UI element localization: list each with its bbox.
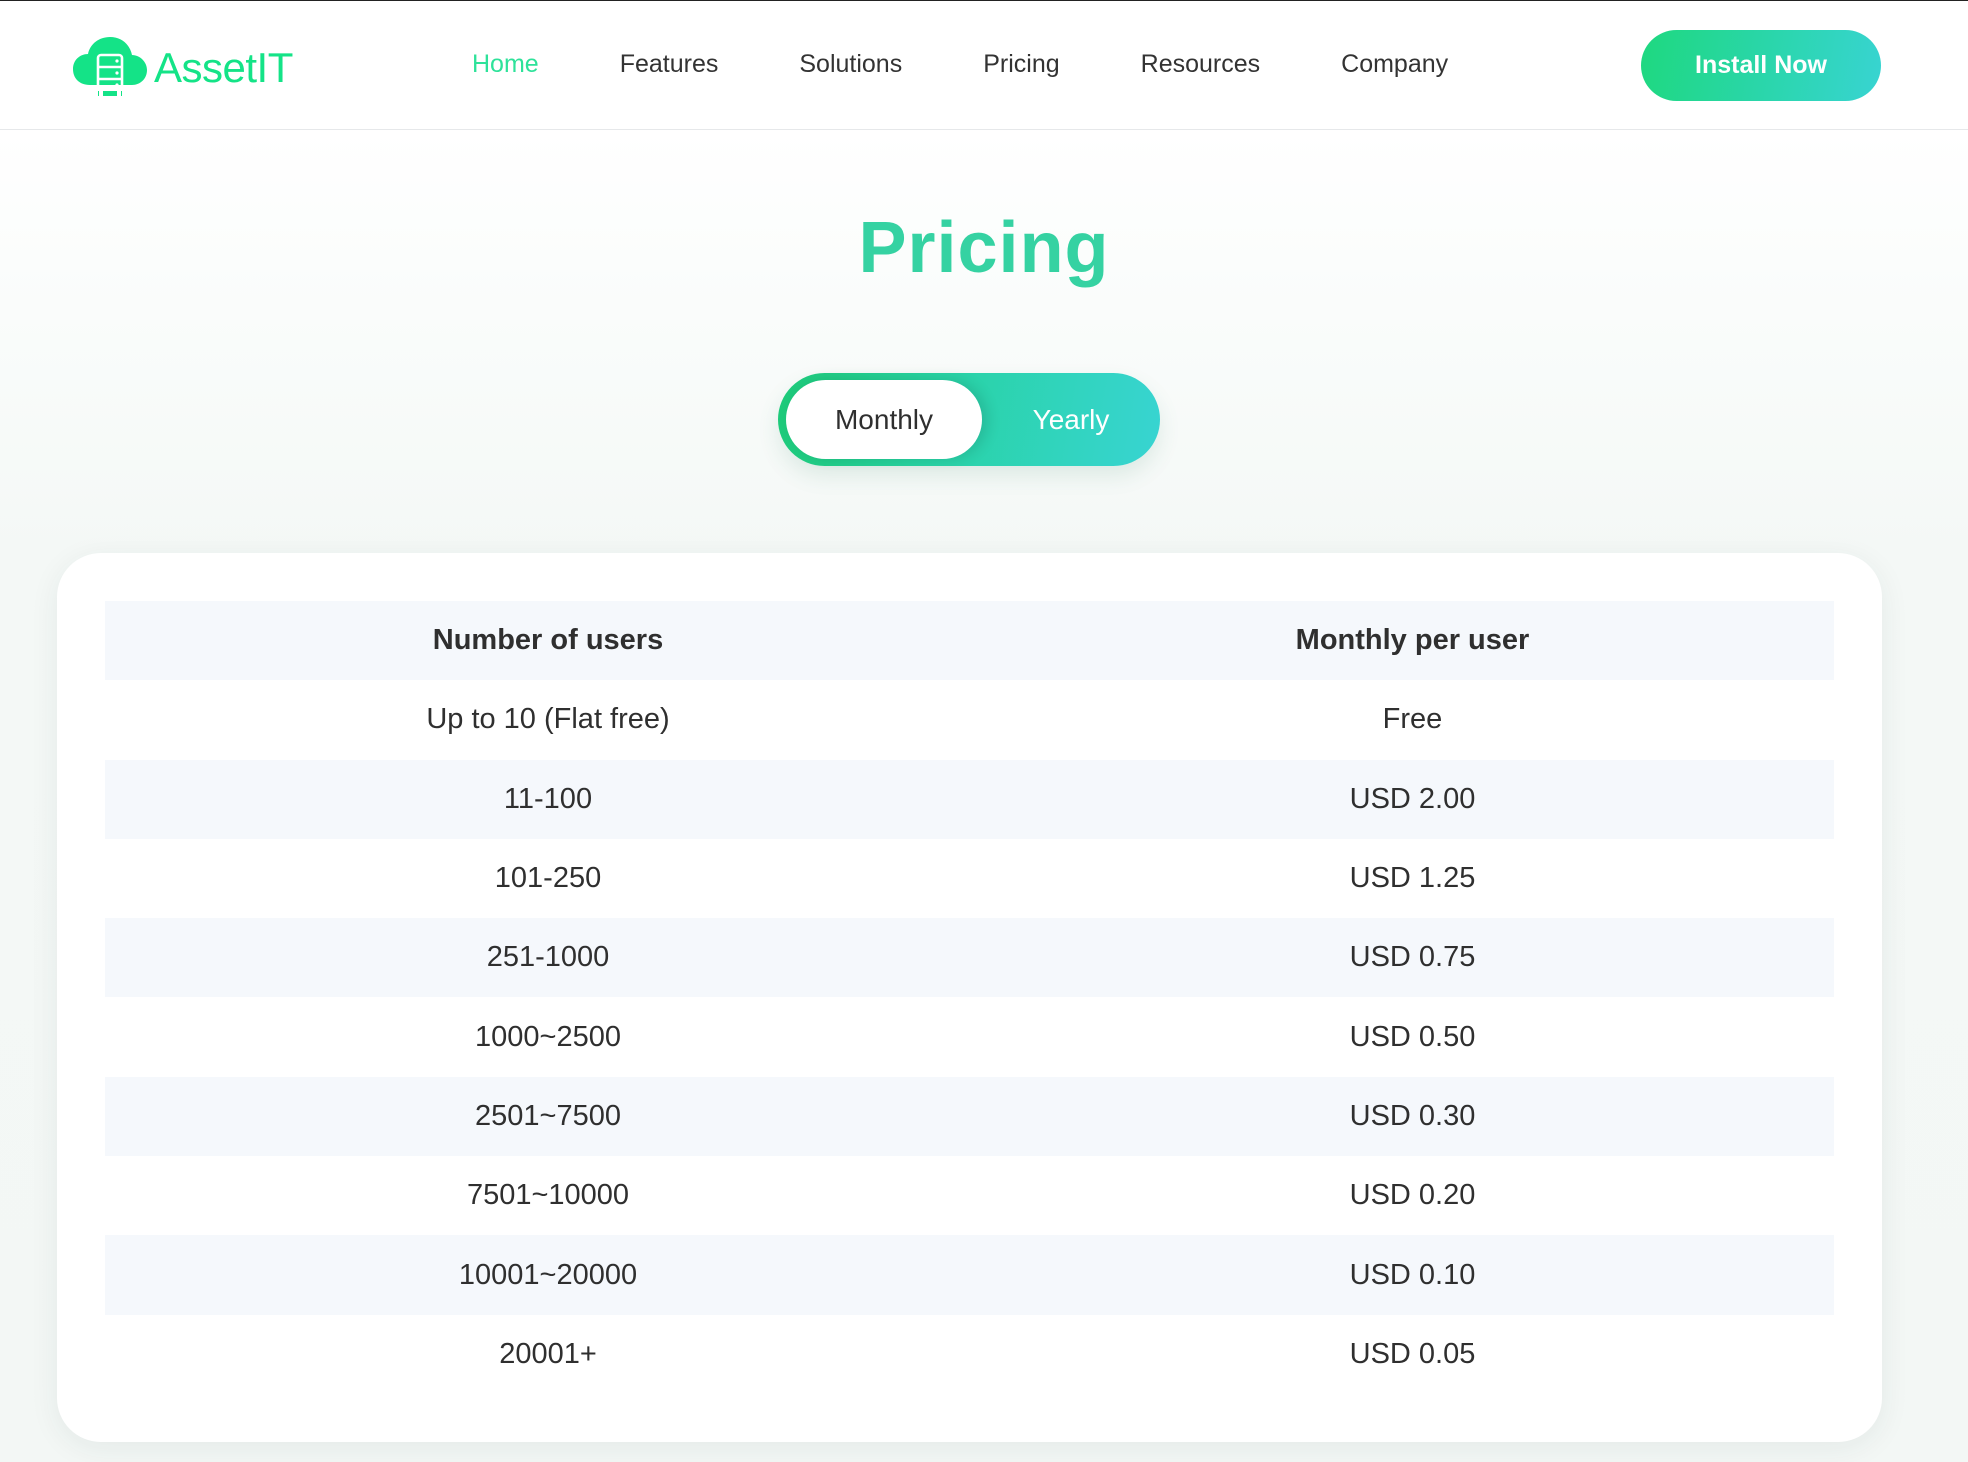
nav-features[interactable]: Features [620,50,719,79]
cell-user-range: Up to 10 (Flat free) [426,703,670,736]
install-now-button[interactable]: Install Now [1641,30,1881,101]
cell-price: USD 0.10 [991,1235,1834,1315]
nav-pricing[interactable]: Pricing [983,50,1059,79]
pricing-table: Number of users Monthly per user Up to 1… [105,601,1834,1394]
billing-toggle[interactable]: Monthly Yearly [778,373,1160,466]
column-header-users: Number of users [105,601,991,681]
cell-user-range: 11-100 [105,759,991,839]
cell-user-range: 101-250 [494,862,602,895]
table-row: 1000~2500 USD 0.50 [105,997,1834,1076]
site-header: AssetIT Home Features Solutions Pricing … [0,1,1968,130]
column-header-price: Monthly per user [991,601,1834,681]
pricing-rows: Up to 10 (Flat free) Free 11-100 USD 2.00 10… [105,680,1834,1394]
cell-price: USD 0.50 [1349,1020,1476,1053]
cell-price: USD 0.20 [1349,1179,1476,1212]
cell-user-range: 7501~10000 [466,1179,630,1212]
logo[interactable]: AssetIT [72,35,293,97]
cell-price: USD 2.00 [991,759,1834,839]
table-header-row: Number of users Monthly per user [105,601,1834,681]
cell-user-range: 10001~20000 [105,1235,991,1315]
table-row: Up to 10 (Flat free) Free [105,680,1834,759]
pricing-card: Number of users Monthly per user Up to 1… [57,553,1882,1442]
table-row: 20001+ USD 0.05 [105,1315,1834,1394]
toggle-monthly[interactable]: Monthly [786,380,982,459]
cell-user-range: 1000~2500 [475,1020,621,1053]
nav-resources[interactable]: Resources [1141,50,1261,79]
cell-price: USD 0.75 [991,918,1834,998]
cell-user-range: 251-1000 [105,918,991,998]
page-title: Pricing [858,208,1110,288]
table-row: 251-1000 USD 0.75 [105,918,1834,998]
nav-company[interactable]: Company [1341,50,1448,79]
cell-price: USD 0.30 [991,1076,1834,1157]
table-row: 2501~7500 USD 0.30 [105,1076,1834,1157]
toggle-yearly[interactable]: Yearly [982,380,1160,459]
cell-user-range: 20001+ [499,1337,597,1370]
logo-text: AssetIT [154,44,293,91]
main-nav: Home Features Solutions Pricing Resource… [472,1,1529,130]
table-row: 7501~10000 USD 0.20 [105,1156,1834,1235]
table-row: 101-250 USD 1.25 [105,839,1834,918]
nav-home[interactable]: Home [472,50,539,79]
cell-user-range: 2501~7500 [105,1076,991,1157]
table-row: 10001~20000 USD 0.10 [105,1235,1834,1315]
table-row: 11-100 USD 2.00 [105,759,1834,839]
cloud-server-icon [73,37,147,96]
cell-price: USD 0.05 [1349,1337,1476,1370]
cell-price: Free [1382,703,1443,736]
nav-solutions[interactable]: Solutions [799,50,902,79]
cell-price: USD 1.25 [1349,862,1476,895]
